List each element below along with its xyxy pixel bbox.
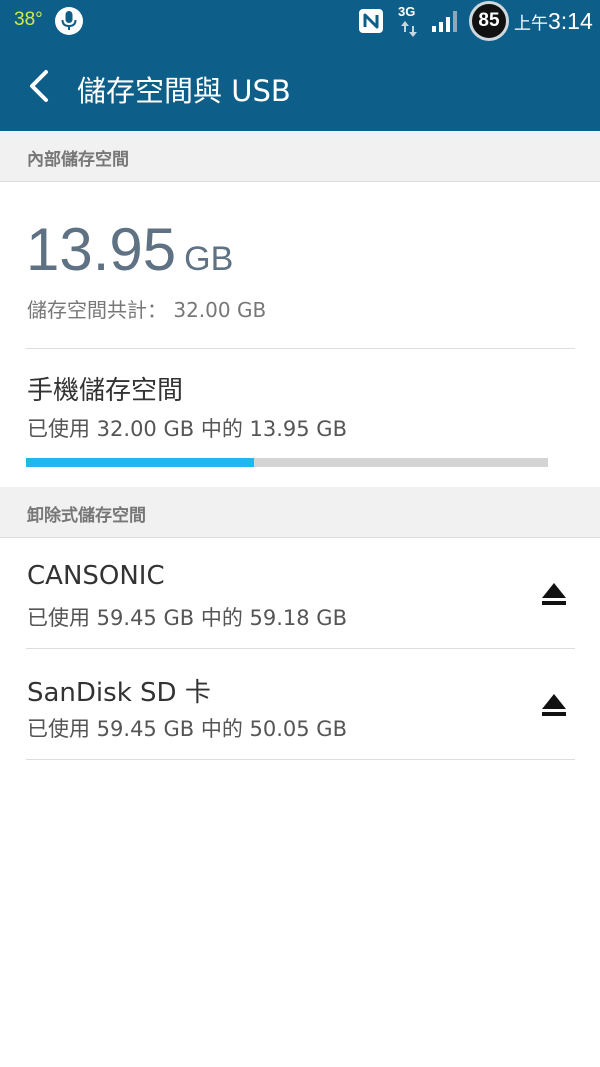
divider xyxy=(26,348,575,349)
phone-storage-title: 手機儲存空間 xyxy=(27,376,184,406)
divider xyxy=(26,648,575,649)
phone-storage-subtitle: 已使用 32.00 GB 中的 13.95 GB xyxy=(27,417,347,441)
used-unit: GB xyxy=(184,240,234,278)
speed-badge: 85 xyxy=(469,1,509,41)
used-value: 13.95 xyxy=(26,216,177,283)
removable-item-title: CANSONIC xyxy=(27,561,165,591)
total-storage-label: 儲存空間共計： 32.00 GB xyxy=(27,298,267,322)
divider xyxy=(26,759,575,760)
used-storage-summary: 13.95 GB xyxy=(26,215,233,284)
page-title: 儲存空間與 USB xyxy=(77,74,291,108)
eject-button[interactable] xyxy=(538,691,570,721)
eject-button[interactable] xyxy=(538,580,570,610)
removable-item-subtitle: 已使用 59.45 GB 中的 59.18 GB xyxy=(27,606,347,630)
network-type-label: 3G xyxy=(398,4,416,19)
time-period: 上午 xyxy=(514,14,548,33)
removable-item-title: SanDisk SD 卡 xyxy=(27,678,211,708)
section-header-label: 卸除式儲存空間 xyxy=(27,506,146,526)
nfc-icon xyxy=(358,8,384,34)
signal-icon xyxy=(430,10,462,32)
temperature-indicator: 38° xyxy=(14,9,43,30)
phone-storage-progress xyxy=(26,458,548,467)
time-value: 3:14 xyxy=(548,8,593,34)
eject-icon xyxy=(542,694,566,716)
mic-icon xyxy=(55,7,83,35)
section-header-label: 內部儲存空間 xyxy=(27,150,129,170)
app-bar: 儲存空間與 USB xyxy=(0,42,600,131)
status-bar: 38° 3G 85 上午3:14 xyxy=(0,0,600,42)
section-header-internal: 內部儲存空間 xyxy=(0,131,600,182)
data-arrows-icon: 3G xyxy=(398,4,424,38)
section-header-removable: 卸除式儲存空間 xyxy=(0,487,600,538)
chevron-left-icon xyxy=(30,70,48,102)
removable-item-subtitle: 已使用 59.45 GB 中的 50.05 GB xyxy=(27,717,347,741)
back-button[interactable] xyxy=(18,64,62,108)
badge-count: 85 xyxy=(478,10,500,31)
eject-icon xyxy=(542,583,566,605)
clock: 上午3:14 xyxy=(514,8,593,35)
progress-fill xyxy=(26,458,254,467)
